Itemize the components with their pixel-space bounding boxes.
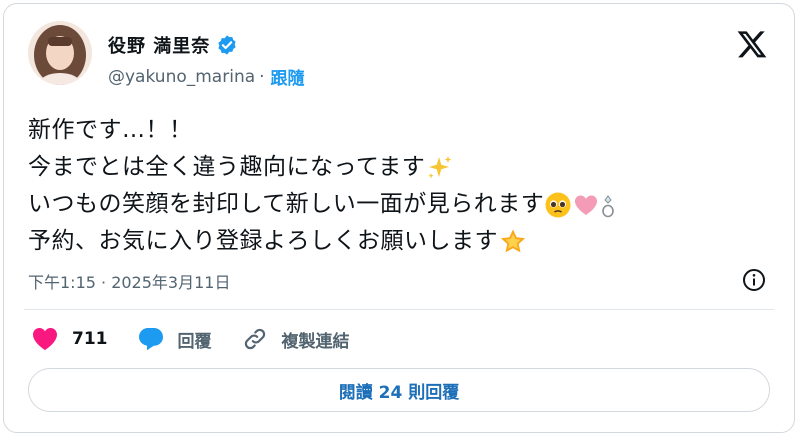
read-replies-button[interactable]: 閱讀 24 則回覆	[28, 368, 770, 412]
tweet-text: 新作です…！！ 今までとは全く違う趣向になってます いつもの笑顔を封印して新しい…	[28, 112, 616, 260]
handle[interactable]: @yakuno_marina	[108, 67, 255, 87]
pink-heart-icon	[575, 195, 598, 215]
like-count: 711	[72, 329, 108, 349]
timestamp[interactable]: 下午1:15 · 2025年3月11日	[28, 269, 230, 293]
reply-label: 回覆	[177, 331, 212, 352]
action-bar: 711 回覆 複製連結	[32, 322, 380, 356]
info-icon[interactable]	[742, 268, 766, 292]
display-name[interactable]: 役野 満里奈	[108, 32, 210, 58]
divider	[24, 309, 774, 310]
ring-icon	[602, 194, 615, 217]
x-logo-icon[interactable]	[736, 28, 768, 60]
reply-bubble-icon	[138, 328, 163, 351]
separator: ·	[259, 66, 265, 87]
heart-icon	[33, 328, 57, 350]
pleading-face-icon	[545, 192, 571, 217]
handle-row: @yakuno_marina · 跟隨	[108, 64, 305, 90]
follow-button[interactable]: 跟隨	[271, 64, 305, 89]
tweet-line-1: 新作です…！！	[28, 117, 193, 143]
tweet-card: 役野 満里奈 @yakuno_marina · 跟隨 新作です…！！ 今までとは…	[3, 3, 795, 433]
copy-link-label: 複製連結	[281, 331, 350, 352]
tweet-line-3: いつもの笑顔を封印して新しい一面が見られます	[28, 186, 616, 223]
avatar[interactable]	[28, 21, 92, 85]
tweet-line-2: 今までとは全く違う趣向になってます	[28, 149, 616, 186]
reply-button[interactable]: 回覆	[138, 327, 212, 352]
like-button[interactable]: 711	[32, 327, 108, 351]
author-name-row: 役野 満里奈	[108, 31, 238, 59]
glowing-star-icon	[500, 229, 526, 252]
link-icon	[244, 328, 265, 350]
tweet-line-4: 予約、お気に入り登録よろしくお願いします	[28, 223, 616, 260]
verified-badge-icon	[218, 35, 236, 55]
sparkles-icon	[428, 155, 452, 178]
copy-link-button[interactable]: 複製連結	[242, 326, 350, 352]
